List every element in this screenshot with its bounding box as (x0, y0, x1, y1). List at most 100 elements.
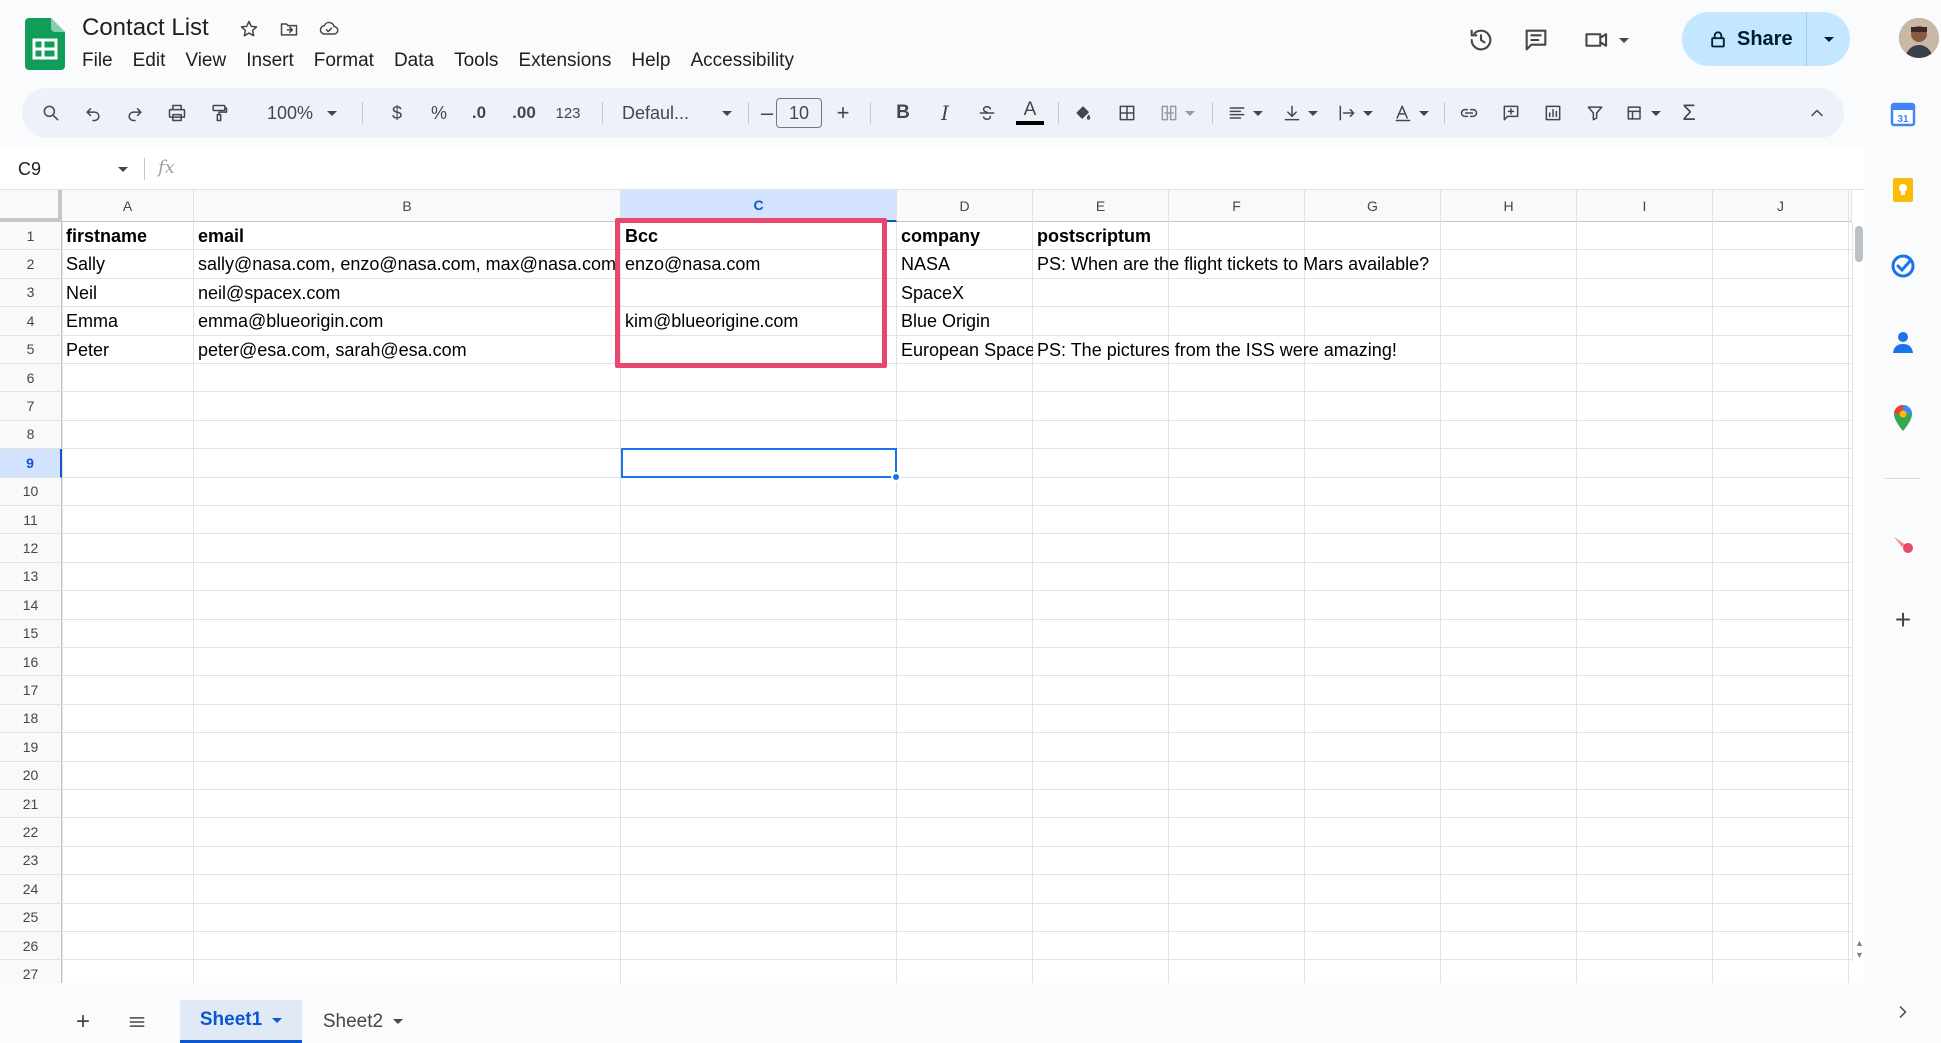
calendar-icon[interactable]: 31 (1889, 100, 1917, 128)
addon-icon[interactable] (1889, 530, 1917, 558)
scroll-down-icon[interactable]: ▼ (1855, 950, 1864, 960)
filter-views-icon[interactable] (1620, 88, 1666, 138)
text-rotation-icon[interactable] (1388, 88, 1434, 138)
cell-a1[interactable]: firstname (62, 222, 194, 250)
share-button[interactable]: Share (1682, 12, 1806, 66)
column-header-f[interactable]: F (1169, 190, 1305, 222)
increase-font-size-icon[interactable]: + (828, 88, 858, 138)
decrease-decimal-button[interactable]: .0 (462, 88, 496, 138)
vertical-scroll-thumb[interactable] (1855, 226, 1863, 262)
add-icon[interactable]: + (1889, 604, 1917, 635)
fill-color-icon[interactable] (1068, 88, 1098, 138)
cell-d5[interactable]: European Space (897, 336, 1033, 364)
row-header-24[interactable]: 24 (0, 875, 62, 904)
column-header-d[interactable]: D (897, 190, 1033, 222)
collapse-toolbar-icon[interactable] (1802, 88, 1832, 138)
menu-edit[interactable]: Edit (123, 48, 176, 74)
cell-b2[interactable]: sally@nasa.com, enzo@nasa.com, max@nasa.… (194, 250, 621, 278)
keep-icon[interactable] (1889, 176, 1917, 204)
menu-data[interactable]: Data (384, 48, 444, 74)
comments-icon[interactable] (1516, 20, 1556, 60)
menu-file[interactable]: File (82, 48, 123, 74)
name-box[interactable]: C9 (18, 156, 128, 182)
column-header-j[interactable]: J (1713, 190, 1849, 222)
version-history-icon[interactable] (1461, 20, 1501, 60)
cell-a2[interactable]: Sally (62, 250, 194, 278)
row-header-2[interactable]: 2 (0, 250, 62, 279)
row-header-16[interactable]: 16 (0, 648, 62, 677)
row-header-8[interactable]: 8 (0, 420, 62, 450)
cell-d1[interactable]: company (897, 222, 1033, 250)
tab-sheet1[interactable]: Sheet1 (180, 1000, 302, 1043)
row-header-27[interactable]: 27 (0, 960, 62, 983)
cell-b1[interactable]: email (194, 222, 621, 250)
star-icon[interactable] (236, 16, 262, 42)
spreadsheet-grid[interactable]: ABCDEFGHIJ 1 2 3 4 5 6 7 8 9 10 11 12 13 14 15 16 17 18 19… (0, 190, 1865, 983)
redo-icon[interactable] (120, 88, 150, 138)
paint-format-icon[interactable] (204, 88, 234, 138)
row-header-26[interactable]: 26 (0, 932, 62, 961)
move-folder-icon[interactable] (276, 16, 302, 42)
row-header-21[interactable]: 21 (0, 790, 62, 819)
row-header-25[interactable]: 25 (0, 903, 62, 932)
print-icon[interactable] (162, 88, 192, 138)
row-header-11[interactable]: 11 (0, 506, 62, 535)
row-header-4[interactable]: 4 (0, 307, 62, 336)
text-wrapping-icon[interactable] (1332, 88, 1378, 138)
cell-d3[interactable]: SpaceX (897, 279, 1849, 307)
menu-insert[interactable]: Insert (236, 48, 304, 74)
chevron-down-icon[interactable] (272, 1017, 283, 1023)
document-title[interactable]: Contact List (82, 14, 209, 42)
maps-icon[interactable] (1889, 404, 1917, 432)
expand-side-panel-icon[interactable] (1889, 998, 1917, 1026)
avatar[interactable] (1899, 18, 1939, 58)
row-header-13[interactable]: 13 (0, 562, 62, 592)
contacts-icon[interactable] (1889, 328, 1917, 356)
fill-handle[interactable] (891, 471, 901, 482)
cell-e1[interactable]: postscriptum (1033, 222, 1849, 250)
vertical-align-icon[interactable] (1277, 88, 1323, 138)
bold-button[interactable]: B (888, 88, 918, 138)
cell-d4[interactable]: Blue Origin (897, 307, 1849, 335)
row-header-19[interactable]: 19 (0, 733, 62, 762)
row-header-15[interactable]: 15 (0, 619, 62, 648)
currency-format-button[interactable]: $ (382, 88, 412, 138)
column-header-a[interactable]: A (62, 190, 194, 222)
select-all-corner[interactable] (0, 190, 62, 222)
font-size-input[interactable]: 10 (776, 88, 822, 138)
merge-cells-icon[interactable] (1152, 88, 1202, 138)
column-header-e[interactable]: E (1033, 190, 1169, 222)
row-header-9[interactable]: 9 (0, 449, 62, 478)
add-sheet-icon[interactable]: + (66, 1000, 100, 1043)
filter-icon[interactable] (1580, 88, 1610, 138)
column-header-g[interactable]: G (1305, 190, 1441, 222)
menu-extensions[interactable]: Extensions (508, 48, 621, 74)
row-header-7[interactable]: 7 (0, 392, 62, 421)
row-header-20[interactable]: 20 (0, 761, 62, 790)
zoom-select[interactable]: 100% (262, 88, 342, 138)
row-header-1[interactable]: 1 (0, 222, 62, 251)
row-header-5[interactable]: 5 (0, 335, 62, 364)
cell-b4[interactable]: emma@blueorigin.com (194, 307, 621, 335)
functions-button[interactable]: Σ (1674, 88, 1704, 138)
cell-a5[interactable]: Peter (62, 336, 194, 364)
percent-format-button[interactable]: % (424, 88, 454, 138)
cloud-saved-icon[interactable] (316, 16, 342, 42)
cell-e2[interactable]: PS: When are the flight tickets to Mars … (1033, 250, 1849, 278)
insert-link-icon[interactable] (1454, 88, 1484, 138)
cell-d2[interactable]: NASA (897, 250, 1033, 278)
cell-a4[interactable]: Emma (62, 307, 194, 335)
share-dropdown-button[interactable] (1807, 12, 1850, 66)
strikethrough-icon[interactable] (972, 88, 1002, 138)
italic-button[interactable]: I (930, 88, 960, 138)
menu-accessibility[interactable]: Accessibility (680, 48, 803, 74)
cell-e5[interactable]: PS: The pictures from the ISS were amazi… (1033, 336, 1849, 364)
insert-comment-icon[interactable] (1496, 88, 1526, 138)
font-family-select[interactable]: Defaul... (612, 88, 742, 138)
search-menus-icon[interactable] (36, 88, 66, 138)
increase-decimal-button[interactable]: .00 (504, 88, 544, 138)
selected-cell[interactable] (621, 448, 897, 478)
borders-icon[interactable] (1112, 88, 1142, 138)
all-sheets-icon[interactable] (120, 1000, 154, 1043)
row-header-3[interactable]: 3 (0, 278, 62, 308)
